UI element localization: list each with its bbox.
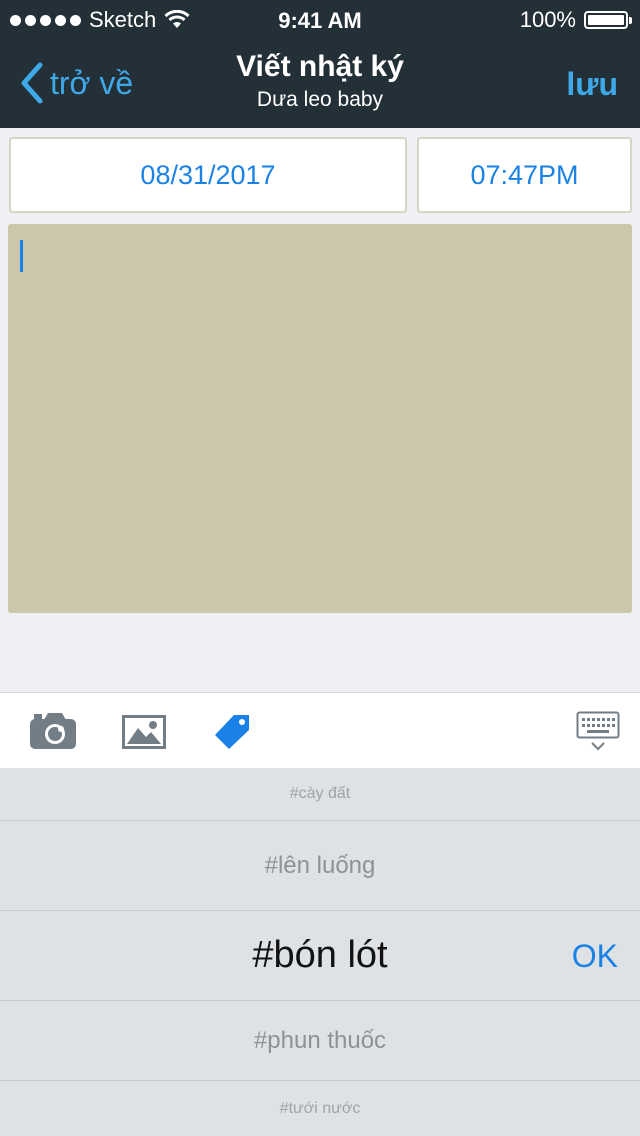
- status-bar: Sketch 9:41 AM 100%: [0, 0, 640, 40]
- page-subtitle: Dưa leo baby: [256, 88, 384, 111]
- date-field[interactable]: 08/31/2017: [9, 137, 407, 213]
- camera-icon: [30, 713, 76, 749]
- picker-item[interactable]: #cày đất: [0, 768, 640, 821]
- page-title: Viết nhật ký: [236, 50, 404, 83]
- battery-percent: 100%: [519, 7, 576, 32]
- image-icon: [122, 715, 166, 749]
- gallery-button[interactable]: [122, 715, 166, 754]
- tag-icon: [215, 715, 249, 749]
- text-cursor: [20, 240, 23, 272]
- status-right: 100%: [519, 6, 632, 34]
- picker-item[interactable]: #tưới nước: [0, 1081, 640, 1136]
- tag-picker[interactable]: #cày đất #lên luống #bón lót #phun thuốc…: [0, 768, 640, 1136]
- tag-button[interactable]: [214, 713, 252, 756]
- ok-button[interactable]: OK: [572, 938, 618, 975]
- note-text-area[interactable]: [8, 224, 632, 613]
- time-field[interactable]: 07:47PM: [417, 137, 632, 213]
- app-header: Sketch 9:41 AM 100% trở về Viết nhật ký …: [0, 0, 640, 128]
- picker-item[interactable]: #phun thuốc: [0, 1001, 640, 1081]
- save-button[interactable]: lưu: [566, 66, 618, 103]
- battery-icon: [584, 11, 632, 29]
- attachment-toolbar: [0, 692, 640, 768]
- nav-title-block: Viết nhật ký Dưa leo baby: [0, 50, 640, 112]
- keyboard-dismiss-button[interactable]: [576, 711, 620, 758]
- picker-item[interactable]: #lên luống: [0, 821, 640, 911]
- keyboard-dismiss-icon: [576, 711, 620, 751]
- camera-button[interactable]: [28, 711, 78, 756]
- picker-item-selected[interactable]: #bón lót: [0, 911, 640, 1001]
